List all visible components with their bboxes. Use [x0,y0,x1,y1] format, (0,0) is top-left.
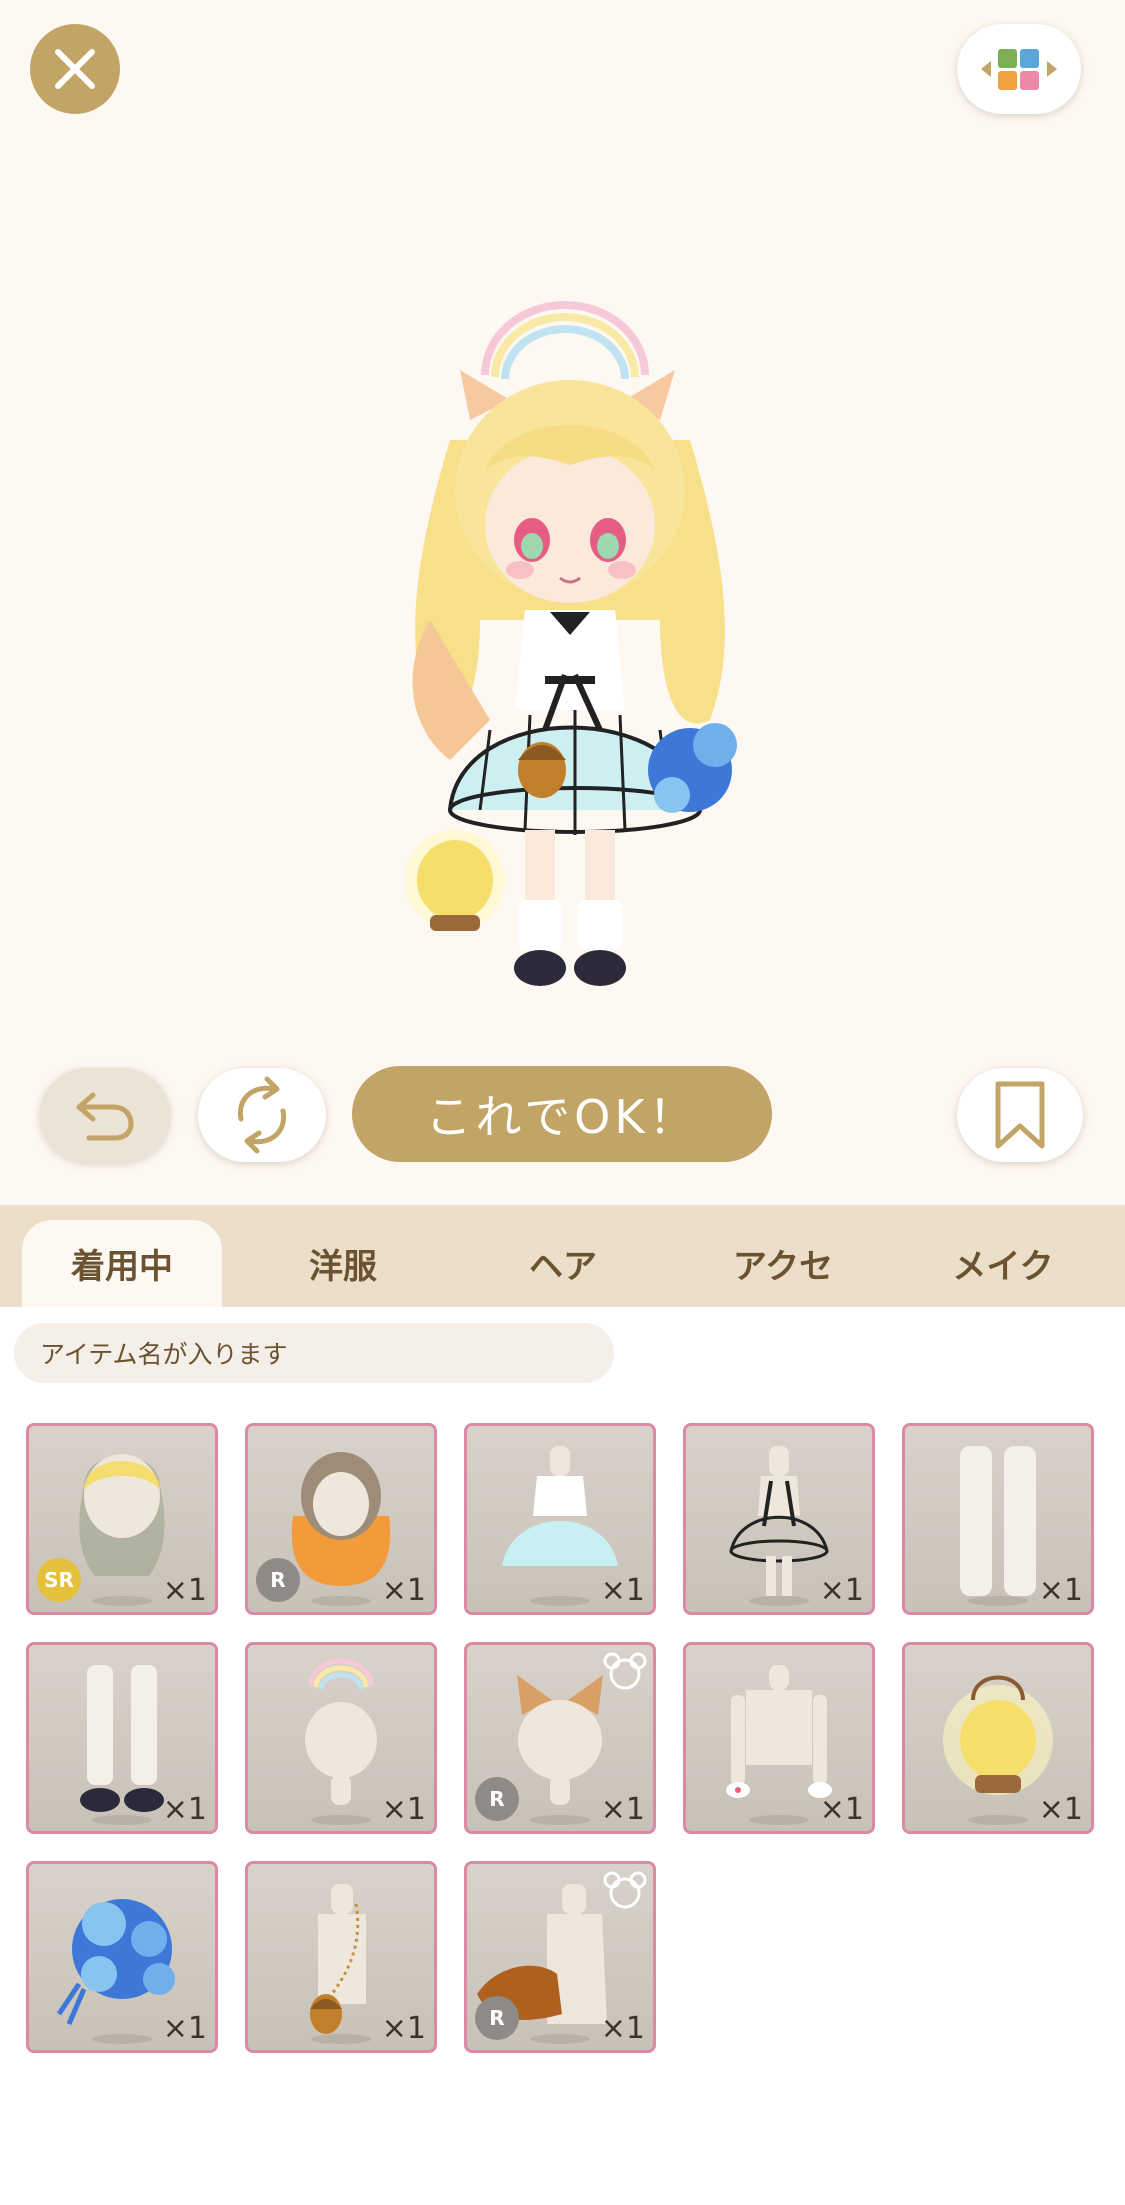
item-count: ×1 [162,2011,207,2046]
avatar-character [405,301,737,986]
item-count: ×1 [600,2011,645,2046]
bookmark-icon [995,1081,1045,1149]
close-button[interactable] [30,24,120,114]
item-blue-flower-bouquet[interactable]: ×1 [26,1861,218,2053]
rotate-button[interactable] [198,1068,326,1162]
confirm-ok-button[interactable]: これでOK！ [352,1066,772,1162]
rarity-badge: R [475,1996,519,2040]
close-icon [55,49,95,89]
item-glowing-lantern[interactable]: ×1 [902,1642,1094,1834]
item-count: ×1 [162,1792,207,1827]
item-white-blue-dress[interactable]: ×1 [464,1423,656,1615]
rarity-badge: R [256,1558,300,1602]
bookmark-button[interactable] [957,1068,1083,1162]
item-count: ×1 [381,1792,426,1827]
bear-icon [603,1871,647,1909]
undo-icon [76,1092,134,1141]
tab-accessories[interactable]: アクセ [683,1220,883,1307]
item-count: ×1 [381,1573,426,1608]
tab-hair[interactable]: ヘア [463,1220,663,1307]
item-cat-ears[interactable]: R ×1 [464,1642,656,1834]
avatar-preview: これでOK！ [0,0,1125,1205]
item-rainbow-halo[interactable]: ×1 [245,1642,437,1834]
item-count: ×1 [381,2011,426,2046]
item-orange-long-hair[interactable]: R ×1 [245,1423,437,1615]
grid-arrows-icon [981,49,1057,90]
item-count: ×1 [819,1792,864,1827]
item-count: ×1 [1038,1792,1083,1827]
category-tab-bar: 着用中 洋服 ヘア アクセ メイク [0,1205,1125,1307]
item-count: ×1 [600,1792,645,1827]
item-white-leg-warmers[interactable]: ×1 [902,1423,1094,1615]
item-name-field[interactable]: アイテム名が入ります [14,1323,614,1383]
tab-makeup[interactable]: メイク [903,1220,1103,1307]
item-wrist-cuffs[interactable]: ×1 [683,1642,875,1834]
item-count: ×1 [600,1573,645,1608]
item-count: ×1 [162,1573,207,1608]
item-count: ×1 [819,1573,864,1608]
item-panel: アイテム名が入ります SR ×1 R ×1 ×1 ×1 ×1 ×1 ×1 R ×… [0,1307,1125,2205]
item-blonde-braided-hair[interactable]: SR ×1 [26,1423,218,1615]
item-acorn-pendant[interactable]: ×1 [245,1861,437,2053]
item-cage-skirt[interactable]: ×1 [683,1423,875,1615]
undo-button[interactable] [40,1068,170,1162]
tab-wearing[interactable]: 着用中 [22,1220,222,1307]
bear-icon [603,1652,647,1690]
rotate-icon [237,1076,287,1154]
layout-switch-button[interactable] [957,24,1081,114]
rarity-badge: R [475,1777,519,1821]
item-fox-tail[interactable]: R ×1 [464,1861,656,2053]
item-count: ×1 [1038,1573,1083,1608]
tab-clothes[interactable]: 洋服 [243,1220,443,1307]
item-socks-black-shoes[interactable]: ×1 [26,1642,218,1834]
rarity-badge: SR [37,1558,81,1602]
